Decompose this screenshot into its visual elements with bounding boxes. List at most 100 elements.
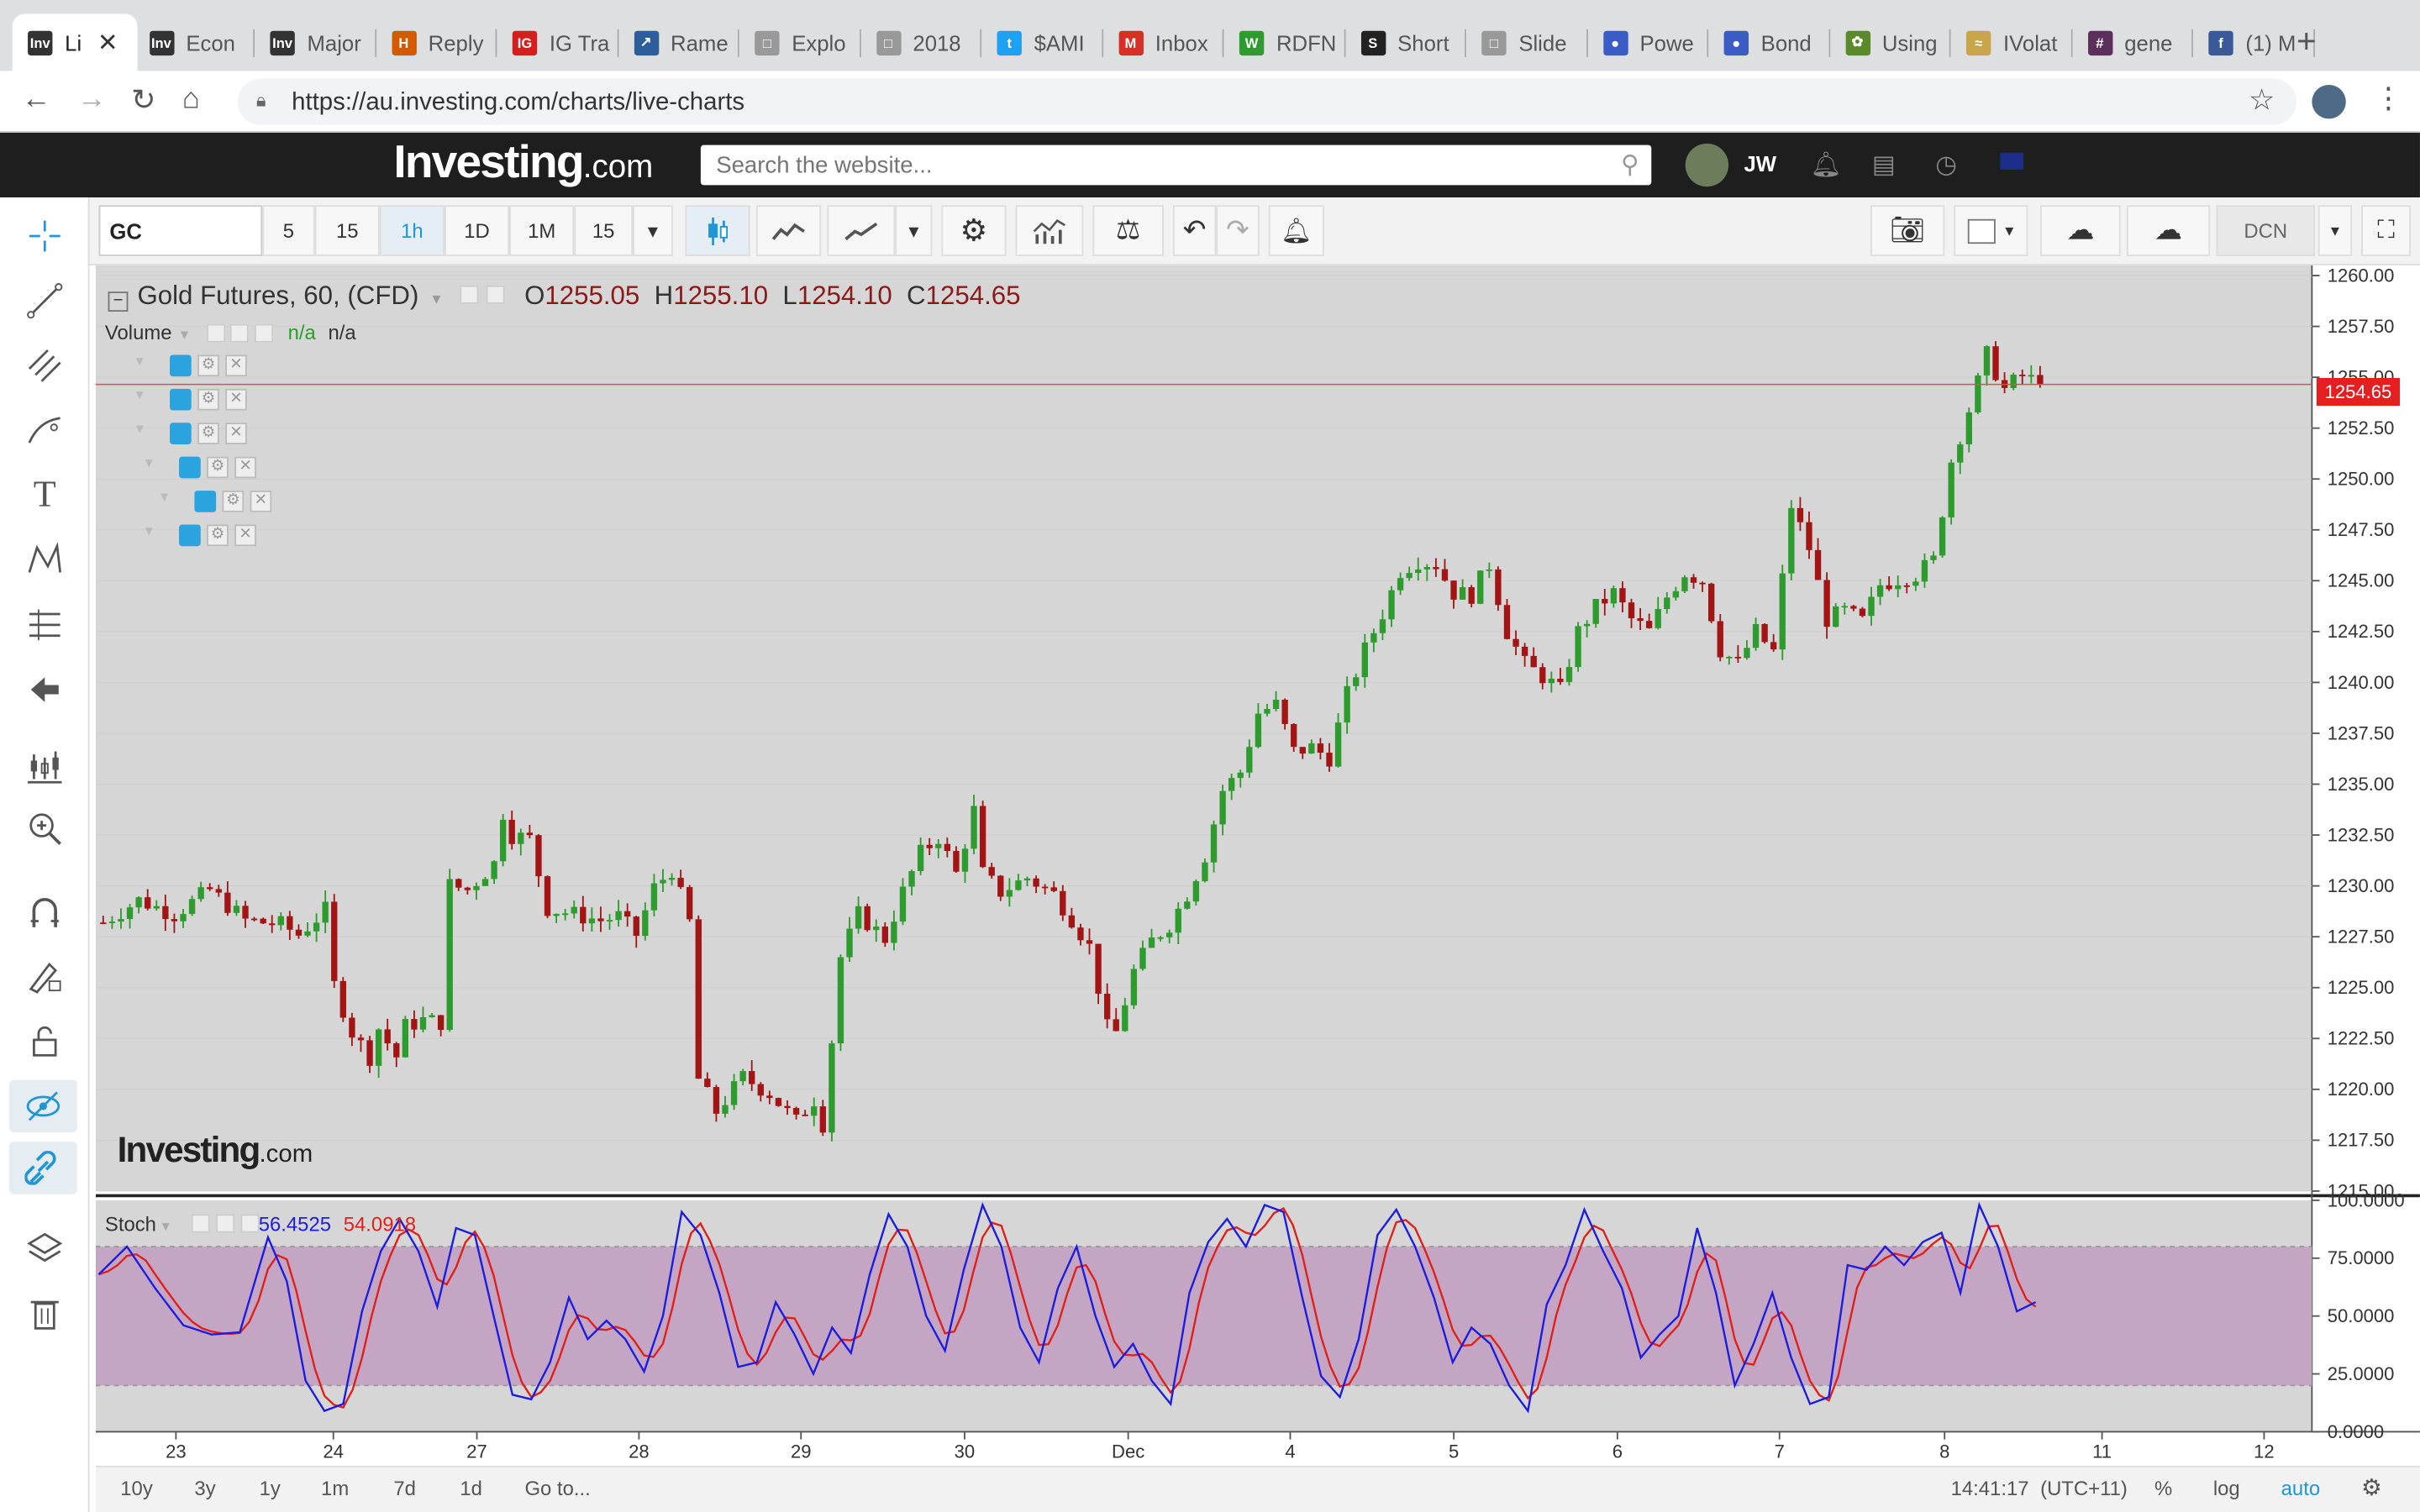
tab-14[interactable]: ● Bond	[1708, 14, 1830, 71]
interval-button-0[interactable]: 5	[262, 205, 315, 256]
volume-eye-icon[interactable]	[206, 323, 225, 343]
unlock-icon[interactable]	[22, 1018, 68, 1064]
tab-close-icon[interactable]: ✕	[97, 27, 118, 58]
indicator-close-icon[interactable]: ✕	[225, 354, 247, 377]
search-input[interactable]	[700, 144, 1565, 186]
tab-9[interactable]: M Inbox	[1102, 14, 1224, 71]
home-icon[interactable]: ⌂	[182, 83, 200, 117]
range-button-3[interactable]: 1m	[321, 1477, 349, 1500]
user-initials[interactable]: JW	[1744, 151, 1776, 176]
tab-2[interactable]: Inv Major	[255, 14, 376, 71]
trend-line-icon[interactable]	[22, 278, 68, 324]
browser-menu-icon[interactable]: ⋮	[2374, 81, 2403, 117]
tab-4[interactable]: IG IG Tra	[497, 14, 618, 71]
layout-square-icon[interactable]: ▾	[1954, 205, 2028, 256]
lock-drawings-icon[interactable]	[22, 953, 68, 1000]
compare-scale-icon[interactable]: ⚖	[1092, 205, 1164, 256]
interval-button-5[interactable]: 15	[574, 205, 634, 256]
volume-dropdown-icon[interactable]: ▾	[181, 327, 188, 344]
interval-button-4[interactable]: 1M	[509, 205, 575, 256]
interval-button-1[interactable]: 15	[314, 205, 380, 256]
stoch-dropdown-icon[interactable]: ▾	[162, 1219, 170, 1236]
tab-7[interactable]: □ 2018	[860, 14, 982, 71]
url-field[interactable]: 🔒︎ https://au.investing.com/charts/live-…	[237, 78, 2297, 125]
eye-toggle-icon[interactable]	[460, 285, 479, 304]
tab-0[interactable]: Inv Li ✕	[12, 13, 137, 71]
scale-settings-gear-icon[interactable]: ⚙	[2361, 1473, 2382, 1501]
sync-link-icon[interactable]	[9, 1142, 77, 1194]
indicator-eye-icon[interactable]	[170, 423, 192, 444]
indicator-gear-icon[interactable]: ⚙	[222, 491, 245, 512]
range-button-1[interactable]: 3y	[194, 1477, 215, 1500]
tab-17[interactable]: # gene	[2072, 14, 2193, 71]
site-logo[interactable]: Investing.com	[393, 137, 653, 189]
candles-icon[interactable]	[685, 205, 750, 256]
reload-icon[interactable]: ↻	[131, 83, 155, 118]
back-arrow-tool-icon[interactable]	[22, 666, 68, 712]
chart-type-dropdown-icon[interactable]: ▾	[895, 205, 933, 256]
range-button-0[interactable]: 10y	[120, 1477, 153, 1500]
range-button-2[interactable]: 1y	[260, 1477, 281, 1500]
indicator-eye-icon[interactable]	[179, 524, 201, 547]
tab-5[interactable]: ↗ Rame	[618, 14, 739, 71]
collapse-icon[interactable]: −	[108, 291, 129, 312]
tab-6[interactable]: □ Explo	[739, 14, 860, 71]
layers-icon[interactable]	[22, 1225, 68, 1271]
trash-icon[interactable]	[22, 1289, 68, 1336]
indicator-gear-icon[interactable]: ⚙	[207, 456, 229, 479]
screenshot-camera-icon[interactable]: 📷︎	[1870, 205, 1945, 256]
search-icon[interactable]: ⚲	[1621, 150, 1639, 181]
fullscreen-icon[interactable]: ⛶	[2361, 205, 2411, 256]
indicator-collapse-icon[interactable]: ▾	[136, 421, 144, 438]
indicator-collapse-icon[interactable]: ▾	[145, 523, 153, 540]
user-avatar[interactable]	[1685, 143, 1729, 187]
indicator-collapse-icon[interactable]: ▾	[136, 387, 144, 404]
stoch-close-icon[interactable]	[240, 1214, 260, 1233]
tab-8[interactable]: t $AMI	[981, 14, 1103, 71]
magnet-icon[interactable]	[22, 889, 68, 935]
stoch-eye-icon[interactable]	[191, 1214, 210, 1233]
fibonacci-icon[interactable]	[22, 601, 68, 648]
tab-1[interactable]: Inv Econ	[134, 14, 255, 71]
indicator-close-icon[interactable]: ✕	[234, 456, 256, 479]
profile-avatar[interactable]	[2312, 85, 2346, 119]
tab-3[interactable]: H Reply	[376, 14, 497, 71]
indicator-gear-icon[interactable]: ⚙	[207, 524, 229, 547]
zoom-in-icon[interactable]	[22, 806, 68, 852]
tab-10[interactable]: W RDFN	[1224, 14, 1345, 71]
tab-11[interactable]: S Short	[1345, 14, 1466, 71]
settings-gear-icon[interactable]: ⚙	[941, 205, 1007, 256]
undo-icon[interactable]: ↶	[1172, 205, 1217, 256]
indicator-close-icon[interactable]: ✕	[225, 423, 247, 444]
price-chart[interactable]: 1260.001257.501255.001252.501250.001247.…	[95, 265, 2420, 1466]
new-tab-icon[interactable]: +	[2296, 22, 2317, 62]
indicator-gear-icon[interactable]: ⚙	[197, 354, 219, 377]
indicator-eye-icon[interactable]	[170, 354, 192, 377]
australia-flag-icon[interactable]	[2000, 152, 2023, 171]
save-cloud-icon[interactable]: ☁	[2126, 205, 2211, 256]
interval-dropdown-icon[interactable]: ▾	[633, 205, 673, 256]
auto-toggle[interactable]: auto	[2281, 1477, 2320, 1500]
pattern-icon[interactable]	[22, 537, 68, 583]
indicator-collapse-icon[interactable]: ▾	[145, 455, 153, 472]
percent-toggle[interactable]: %	[2154, 1477, 2172, 1500]
area-chart-icon[interactable]	[755, 205, 822, 256]
indicator-collapse-icon[interactable]: ▾	[136, 354, 144, 370]
range-button-5[interactable]: 1d	[460, 1477, 482, 1500]
clock-icon[interactable]: ◷	[1935, 150, 1957, 181]
bell-icon[interactable]: 🔔︎	[1810, 150, 1841, 181]
indicator-close-icon[interactable]: ✕	[250, 491, 272, 512]
text-tool-icon[interactable]: T	[22, 472, 68, 518]
stoch-gear-icon[interactable]	[216, 1214, 235, 1233]
hide-drawings-icon[interactable]	[9, 1079, 77, 1133]
bookmark-star-icon[interactable]: ☆	[2249, 83, 2275, 118]
add-alert-icon[interactable]: 🔔︎	[1268, 205, 1324, 256]
portfolio-icon[interactable]: ▤	[1872, 150, 1896, 181]
measure-icon[interactable]	[22, 743, 68, 790]
load-cloud-icon[interactable]: ☁	[2040, 205, 2121, 256]
range-button-4[interactable]: 7d	[393, 1477, 416, 1500]
brush-icon[interactable]	[22, 407, 68, 454]
tab-12[interactable]: □ Slide	[1466, 14, 1588, 71]
indicator-gear-icon[interactable]: ⚙	[197, 388, 219, 411]
chart-area[interactable]: 1260.00 1257.50 1255.00 1252.50 1250.00 1247.…	[95, 265, 2420, 1512]
